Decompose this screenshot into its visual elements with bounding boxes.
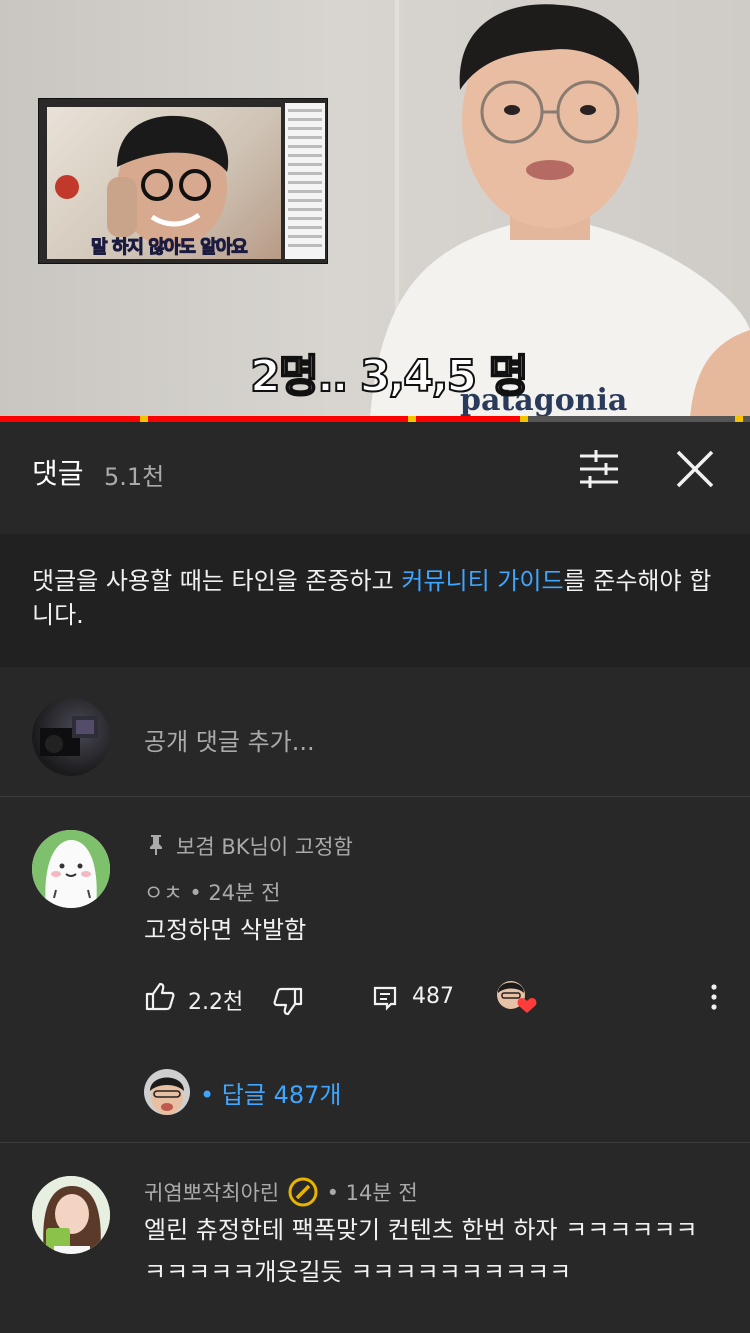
comments-header: 댓글 5.1천 <box>0 422 750 532</box>
video-player[interactable]: patagonia 말 하지 않아도 알아요 2명.. 3,4,5 명 <box>0 0 750 418</box>
creator-heart-icon <box>497 981 537 1013</box>
comment-meta: ㅇㅊ • 24분 전 <box>144 877 280 907</box>
inset-caption-highlight: 말 하지 <box>91 237 145 259</box>
reply-icon[interactable] <box>372 985 398 1011</box>
video-subtitle: 2명.. 3,4,5 명 <box>249 350 530 403</box>
inset-caption: 말 하지 않아도 알아요 <box>91 233 249 259</box>
comments-count: 5.1천 <box>104 463 165 491</box>
sponsor-badge-icon <box>288 1177 318 1207</box>
pinned-label: 보겸 BK님이 고정함 <box>176 835 353 859</box>
inset-chat-list <box>285 103 325 259</box>
add-comment-input[interactable]: 공개 댓글 추가... <box>144 722 315 757</box>
add-comment-row[interactable]: 공개 댓글 추가... <box>0 668 750 797</box>
pin-icon <box>150 835 162 855</box>
commenter-avatar[interactable] <box>32 1176 110 1254</box>
view-replies-link[interactable]: • 답글 487개 <box>200 1075 341 1110</box>
comment-time: • 14분 전 <box>326 1181 418 1205</box>
comment-author[interactable]: 귀염뽀작최아린 <box>144 1181 279 1205</box>
sort-filter-icon[interactable] <box>576 446 622 492</box>
inset-caption-rest: 않아도 알아요 <box>142 237 249 259</box>
comment-text: 엘린 츄정한테 팩폭맞기 컨텐츠 한번 하자 ㅋㅋㅋㅋㅋㅋㅋㅋㅋㅋㅋ개웃길듯 ㅋ… <box>144 1216 698 1286</box>
guideline-text: 댓글을 사용할 때는 타인을 존중하고 <box>32 567 402 595</box>
comments-title: 댓글 <box>32 457 84 490</box>
comment-item: 귀염뽀작최아린 • 14분 전 엘린 츄정한테 팩폭맞기 컨텐츠 한번 하자 ㅋ… <box>0 1143 750 1333</box>
comment-meta: 귀염뽀작최아린 • 14분 전 <box>144 1177 418 1207</box>
comment-text: 고정하면 삭발함 <box>144 916 307 944</box>
dislike-icon[interactable] <box>272 987 304 1017</box>
comment-item: 보겸 BK님이 고정함 ㅇㅊ • 24분 전 고정하면 삭발함 2.2천 487… <box>0 797 750 1142</box>
comment-time: • 24분 전 <box>189 881 281 905</box>
commenter-avatar[interactable] <box>32 830 110 908</box>
community-guideline-notice: 댓글을 사용할 때는 타인을 존중하고 커뮤니티 가이드를 준수해야 합니다. <box>0 534 750 667</box>
like-icon[interactable] <box>144 981 176 1011</box>
close-icon[interactable] <box>672 446 718 492</box>
more-options-icon[interactable] <box>700 983 728 1011</box>
comment-author[interactable]: ㅇㅊ <box>144 881 183 905</box>
like-count: 2.2천 <box>188 990 244 1015</box>
community-guidelines-link[interactable]: 커뮤니티 가이드 <box>401 567 563 595</box>
video-inset-frame: 말 하지 않아도 알아요 <box>38 98 328 264</box>
creator-reply-avatar <box>144 1069 190 1115</box>
user-avatar <box>32 698 110 776</box>
reply-count: 487 <box>412 984 454 1009</box>
